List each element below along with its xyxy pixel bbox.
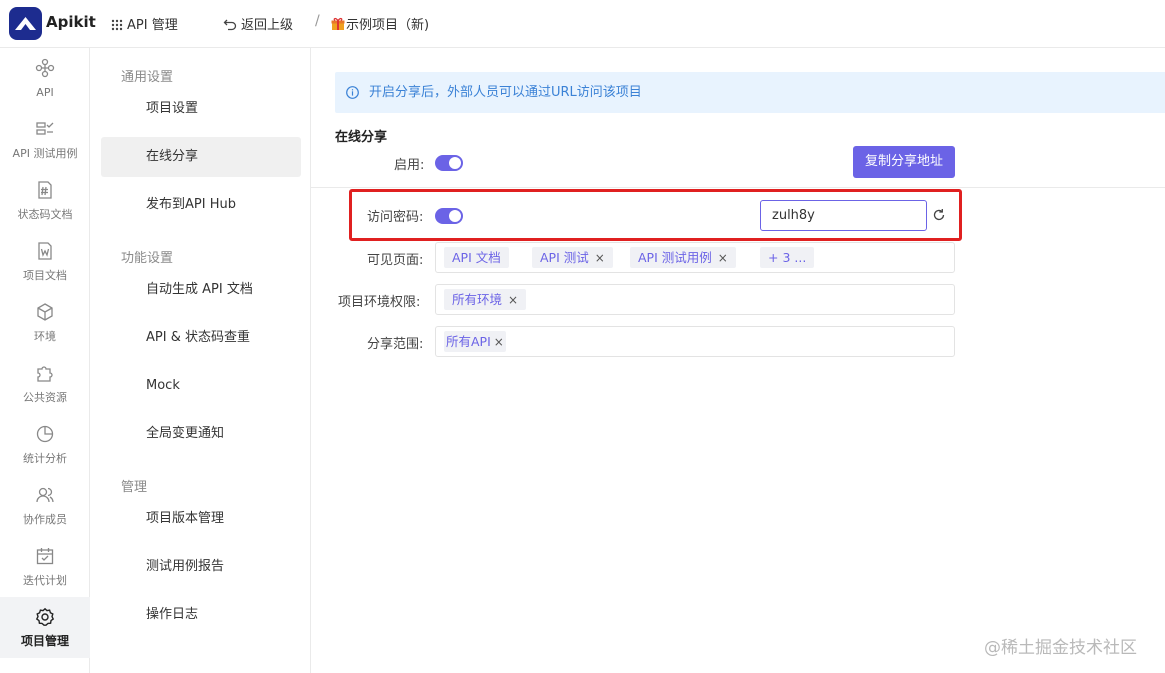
tag-api-test: API 测试 × <box>532 247 613 268</box>
menu-group-features: 功能设置 <box>121 251 174 266</box>
plug-icon <box>35 58 55 78</box>
nav-label: 项目管理 <box>20 634 69 648</box>
cube-icon <box>37 303 53 321</box>
nav-label: 环境 <box>34 330 56 343</box>
nav-label: API 测试用例 <box>12 147 78 160</box>
nav-label: 状态码文档 <box>17 208 73 221</box>
project-name: 示例项目（新) <box>346 18 430 33</box>
tag-more[interactable]: + 3 ... <box>760 247 815 268</box>
back-button[interactable]: 返回上级 <box>223 14 293 33</box>
nav-project-doc[interactable]: 项目文档 <box>0 231 90 292</box>
info-banner: 开启分享后，外部人员可以通过URL访问该项目 <box>335 72 1165 113</box>
watermark: @稀土掘金技术社区 <box>984 638 1137 658</box>
refresh-icon[interactable] <box>932 208 946 222</box>
project-breadcrumb[interactable]: 示例项目（新) <box>331 14 429 33</box>
menu-logs[interactable]: 操作日志 <box>101 595 301 635</box>
settings-menu: 通用设置 项目设置 在线分享 发布到API Hub 功能设置 自动生成 API … <box>91 48 311 673</box>
password-toggle[interactable] <box>435 208 463 224</box>
hash-doc-icon <box>38 181 52 199</box>
remove-tag-icon[interactable]: × <box>494 335 504 349</box>
visible-pages-select[interactable]: API 文档 API 测试 × API 测试用例 × + 3 ... <box>435 242 955 273</box>
menu-notify[interactable]: 全局变更通知 <box>101 414 301 454</box>
pie-chart-icon <box>36 425 54 443</box>
tag-api-doc: API 文档 <box>444 247 509 268</box>
main-content: 开启分享后，外部人员可以通过URL访问该项目 在线分享 启用: 复制分享地址 访… <box>311 48 1165 673</box>
share-scope-label: 分享范围: <box>367 337 424 352</box>
divider <box>311 187 1165 188</box>
nav-statistics[interactable]: 统计分析 <box>0 414 90 475</box>
info-icon <box>346 86 359 99</box>
nav-api-test-case[interactable]: API 测试用例 <box>0 109 90 170</box>
brand-name: Apikit <box>46 13 96 31</box>
info-text: 开启分享后，外部人员可以通过URL访问该项目 <box>369 85 642 100</box>
menu-online-share[interactable]: 在线分享 <box>101 137 301 177</box>
nav-label: 项目文档 <box>23 269 67 282</box>
menu-project-settings[interactable]: 项目设置 <box>101 89 301 129</box>
nav-label: 协作成员 <box>23 513 67 526</box>
nav-status-code-doc[interactable]: 状态码文档 <box>0 170 90 231</box>
nav-label: 迭代计划 <box>23 574 67 587</box>
tag-all-env: 所有环境 × <box>444 289 527 310</box>
breadcrumb-separator: / <box>315 13 320 29</box>
nav-label: 统计分析 <box>23 452 67 465</box>
remove-tag-icon[interactable]: × <box>508 293 518 307</box>
calendar-icon <box>36 548 54 565</box>
api-manage-button[interactable]: API 管理 <box>111 14 178 33</box>
gear-icon <box>35 607 55 626</box>
menu-auto-doc[interactable]: 自动生成 API 文档 <box>101 270 301 310</box>
nav-members[interactable]: 协作成员 <box>0 475 90 536</box>
menu-versions[interactable]: 项目版本管理 <box>101 499 301 539</box>
gift-icon <box>331 17 345 30</box>
nav-api[interactable]: API <box>0 48 90 109</box>
undo-icon <box>223 19 237 31</box>
grid-icon <box>111 19 123 31</box>
nav-environment[interactable]: 环境 <box>0 292 90 353</box>
tag-all-api: 所有API × <box>444 331 506 352</box>
word-doc-icon <box>38 242 52 260</box>
tag-label: API 测试用例 <box>638 250 712 265</box>
enable-toggle[interactable] <box>435 155 463 171</box>
nav-public-resources[interactable]: 公共资源 <box>0 353 90 414</box>
nav-project-management[interactable]: 项目管理 <box>0 597 90 658</box>
tag-label: 所有API <box>446 334 491 349</box>
password-input[interactable]: zulh8y <box>760 200 927 231</box>
section-title: 在线分享 <box>335 130 388 145</box>
tag-label: API 测试 <box>540 250 589 265</box>
share-scope-select[interactable]: 所有API × <box>435 326 955 357</box>
menu-test-report[interactable]: 测试用例报告 <box>101 547 301 587</box>
tag-label: 所有环境 <box>452 292 503 307</box>
puzzle-icon <box>37 366 53 382</box>
top-bar: Apikit API 管理 返回上级 / 示例项目（新) <box>0 0 1165 48</box>
menu-mock[interactable]: Mock <box>101 366 301 406</box>
nav-label: API <box>36 86 54 99</box>
menu-publish-hub[interactable]: 发布到API Hub <box>101 185 301 225</box>
enable-label: 启用: <box>394 158 425 173</box>
apikit-logo[interactable] <box>9 7 42 40</box>
nav-iteration-plan[interactable]: 迭代计划 <box>0 536 90 597</box>
password-label: 访问密码: <box>367 210 424 225</box>
api-manage-label: API 管理 <box>127 18 178 33</box>
menu-group-general: 通用设置 <box>121 70 174 85</box>
env-permission-label: 项目环境权限: <box>338 295 421 310</box>
copy-share-url-button[interactable]: 复制分享地址 <box>853 146 955 178</box>
visible-pages-label: 可见页面: <box>367 253 424 268</box>
menu-dedupe[interactable]: API & 状态码查重 <box>101 318 301 358</box>
env-permission-select[interactable]: 所有环境 × <box>435 284 955 315</box>
test-case-icon <box>36 122 54 135</box>
nav-label: 公共资源 <box>23 391 67 404</box>
users-icon <box>36 487 54 503</box>
remove-tag-icon[interactable]: × <box>595 251 605 265</box>
back-label: 返回上级 <box>241 18 294 33</box>
remove-tag-icon[interactable]: × <box>718 251 728 265</box>
menu-group-manage: 管理 <box>121 480 148 495</box>
tag-api-test-case: API 测试用例 × <box>630 247 736 268</box>
icon-nav: API API 测试用例 状态码文档 项目文档 环境 公共资源 统计分析 协作成… <box>0 48 90 673</box>
